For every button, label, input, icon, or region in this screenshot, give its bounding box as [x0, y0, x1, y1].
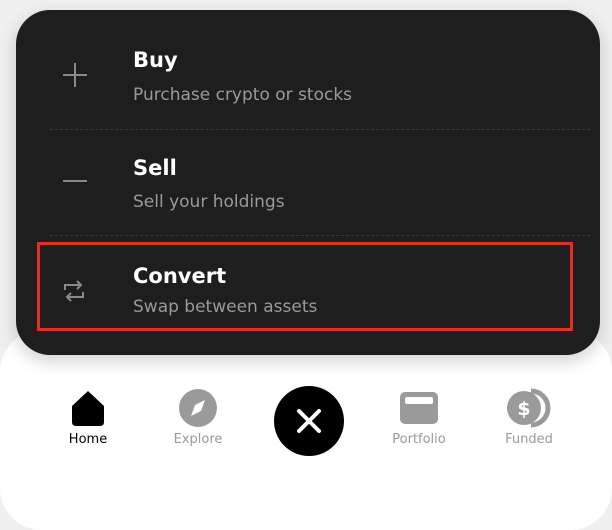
nav-item-funded[interactable]: $ Funded — [489, 388, 569, 447]
plus-icon — [63, 63, 87, 87]
menu-item-title: Buy — [133, 48, 178, 72]
funded-coin-icon: $ — [507, 388, 551, 428]
close-button[interactable] — [274, 386, 344, 456]
nav-item-label: Home — [68, 432, 108, 447]
minus-icon — [63, 180, 87, 182]
compass-icon — [179, 389, 217, 427]
wallet-icon — [400, 392, 438, 424]
nav-item-explore[interactable]: Explore — [158, 388, 238, 447]
menu-item-buy[interactable]: Buy Purchase crypto or stocks — [16, 10, 600, 117]
close-icon — [297, 409, 321, 433]
nav-item-home[interactable]: Home — [48, 388, 128, 447]
menu-item-sell[interactable]: Sell Sell your holdings — [16, 130, 600, 237]
nav-item-portfolio[interactable]: Portfolio — [379, 388, 459, 447]
nav-item-label: Funded — [505, 432, 553, 447]
selection-highlight — [37, 242, 573, 331]
nav-item-label: Explore — [173, 432, 223, 447]
nav-item-label: Portfolio — [392, 432, 446, 447]
menu-item-subtitle: Purchase crypto or stocks — [133, 85, 353, 105]
svg-text:$: $ — [517, 398, 530, 420]
menu-item-subtitle: Sell your holdings — [133, 192, 285, 212]
menu-item-title: Sell — [133, 156, 177, 180]
home-icon — [72, 391, 104, 426]
